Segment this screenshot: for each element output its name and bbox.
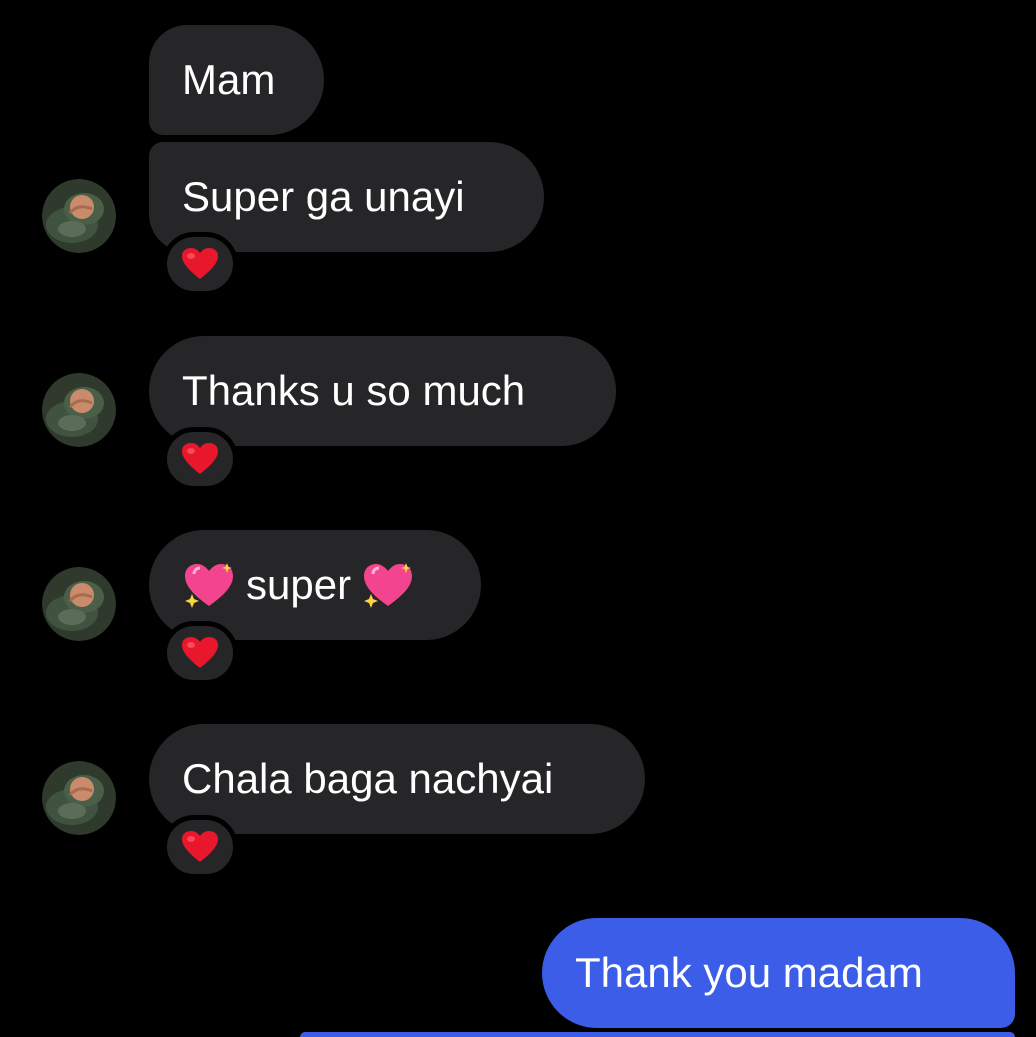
red-heart-icon	[182, 443, 218, 474]
message-text: Thanks u so much	[182, 367, 526, 414]
message-text: Super ga unayi	[182, 173, 465, 220]
message-bubble-outgoing[interactable]: Thank you madam	[542, 918, 1015, 1028]
sender-avatar[interactable]	[42, 567, 116, 641]
red-heart-icon	[182, 831, 218, 862]
message-text: Mam	[182, 56, 276, 103]
message-bubble-incoming[interactable]: Chala baga nachyai	[149, 724, 645, 834]
sender-avatar[interactable]	[42, 761, 116, 835]
red-heart-icon	[182, 248, 218, 279]
message-text: super	[246, 561, 352, 608]
message-bubble-incoming[interactable]: Mam	[149, 25, 324, 135]
reaction-badge[interactable]	[162, 232, 238, 296]
sparkling-heart-icon	[364, 563, 413, 608]
reaction-badge[interactable]	[162, 427, 238, 491]
sparkling-heart-icon	[185, 563, 233, 608]
message-bubble-outgoing-partial[interactable]	[300, 1032, 1015, 1037]
message-text: Thank you madam	[575, 949, 923, 996]
sender-avatar[interactable]	[42, 373, 116, 447]
reaction-badge[interactable]	[162, 815, 238, 879]
sender-avatar[interactable]	[42, 179, 116, 253]
reaction-badge[interactable]	[162, 621, 238, 685]
red-heart-icon	[182, 637, 218, 668]
chat-thread: Mam Super ga unayi Thanks u so much supe…	[0, 0, 1036, 1037]
message-text: Chala baga nachyai	[182, 755, 554, 802]
